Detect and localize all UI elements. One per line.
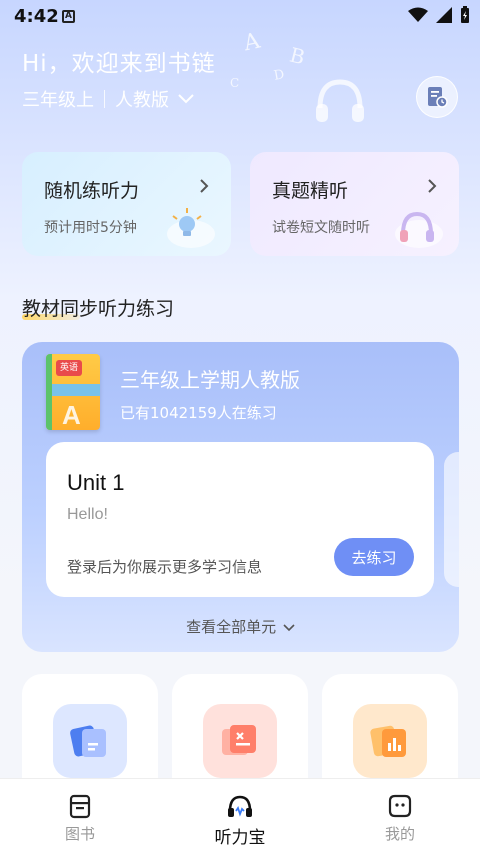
real-exam-listening-card[interactable]: 真题精听 试卷短文随时听	[250, 152, 459, 256]
greeting-title: Hi，欢迎来到书链	[22, 51, 216, 77]
divider	[104, 90, 105, 108]
wifi-icon	[408, 7, 428, 22]
cover-stripe	[52, 384, 100, 396]
cover-tag: 英语	[56, 360, 82, 376]
deco-letter-c: C	[230, 76, 240, 90]
book-icon	[69, 794, 91, 819]
status-time: 4:42	[14, 6, 59, 27]
notification-a-icon: A	[62, 10, 75, 23]
cover-letter: A	[62, 400, 81, 430]
chevron-down-icon	[178, 94, 194, 104]
next-unit-card-peek[interactable]	[444, 452, 459, 587]
headphones-icon	[395, 211, 443, 248]
grade-label: 三年级上	[22, 90, 94, 111]
textbook-sync-panel: 英语 A 三年级上学期人教版 已有1042159人在练习 Unit 1 Hell…	[22, 342, 459, 652]
unit-subtitle: Hello!	[67, 506, 108, 523]
cards-icon	[53, 704, 127, 778]
tab-label: 图书	[64, 825, 95, 843]
tab-listening[interactable]: 听力宝	[160, 779, 320, 853]
signal-icon	[436, 7, 452, 23]
login-hint: 登录后为你展示更多学习信息	[67, 558, 263, 576]
calculator-icon	[203, 704, 277, 778]
section-title: 教材同步听力练习	[22, 298, 175, 320]
history-button[interactable]	[416, 76, 458, 118]
battery-icon	[461, 6, 469, 23]
deco-letter-d: D	[272, 67, 286, 84]
tab-profile[interactable]: 我的	[320, 779, 480, 853]
practice-button[interactable]: 去练习	[334, 538, 414, 576]
tab-label: 听力宝	[214, 828, 266, 848]
view-all-units-link[interactable]: 查看全部单元	[22, 616, 459, 637]
edition-label: 人教版	[115, 90, 169, 111]
face-icon	[388, 794, 412, 818]
unit-title: Unit 1	[67, 470, 125, 495]
textbook-cover[interactable]: 英语 A	[46, 354, 100, 430]
textbook-title: 三年级上学期人教版	[120, 368, 300, 392]
chevron-right-icon	[200, 179, 209, 193]
document-clock-icon	[428, 87, 448, 108]
headphones-deco-icon	[316, 79, 364, 122]
deco-letter-a: A	[241, 28, 263, 57]
tab-books[interactable]: 图书	[0, 779, 160, 853]
chevron-right-icon	[428, 179, 437, 193]
lightbulb-icon	[167, 208, 215, 248]
random-listening-card[interactable]: 随机练听力 预计用时5分钟	[22, 152, 231, 256]
headphones-icon	[228, 795, 252, 817]
bottom-tab-bar: 图书 听力宝 我的	[0, 778, 480, 853]
decorative-letters: A B C D	[230, 24, 380, 134]
tab-label: 我的	[384, 825, 415, 843]
chevron-down-icon	[283, 624, 295, 632]
grade-selector[interactable]: 三年级上 人教版	[22, 86, 195, 112]
status-icons	[408, 6, 470, 24]
practice-count: 已有1042159人在练习	[120, 404, 277, 422]
chart-icon	[353, 704, 427, 778]
view-all-label: 查看全部单元	[186, 618, 277, 636]
unit-card[interactable]: Unit 1 Hello! 登录后为你展示更多学习信息 去练习	[46, 442, 434, 597]
deco-letter-b: B	[287, 42, 308, 70]
